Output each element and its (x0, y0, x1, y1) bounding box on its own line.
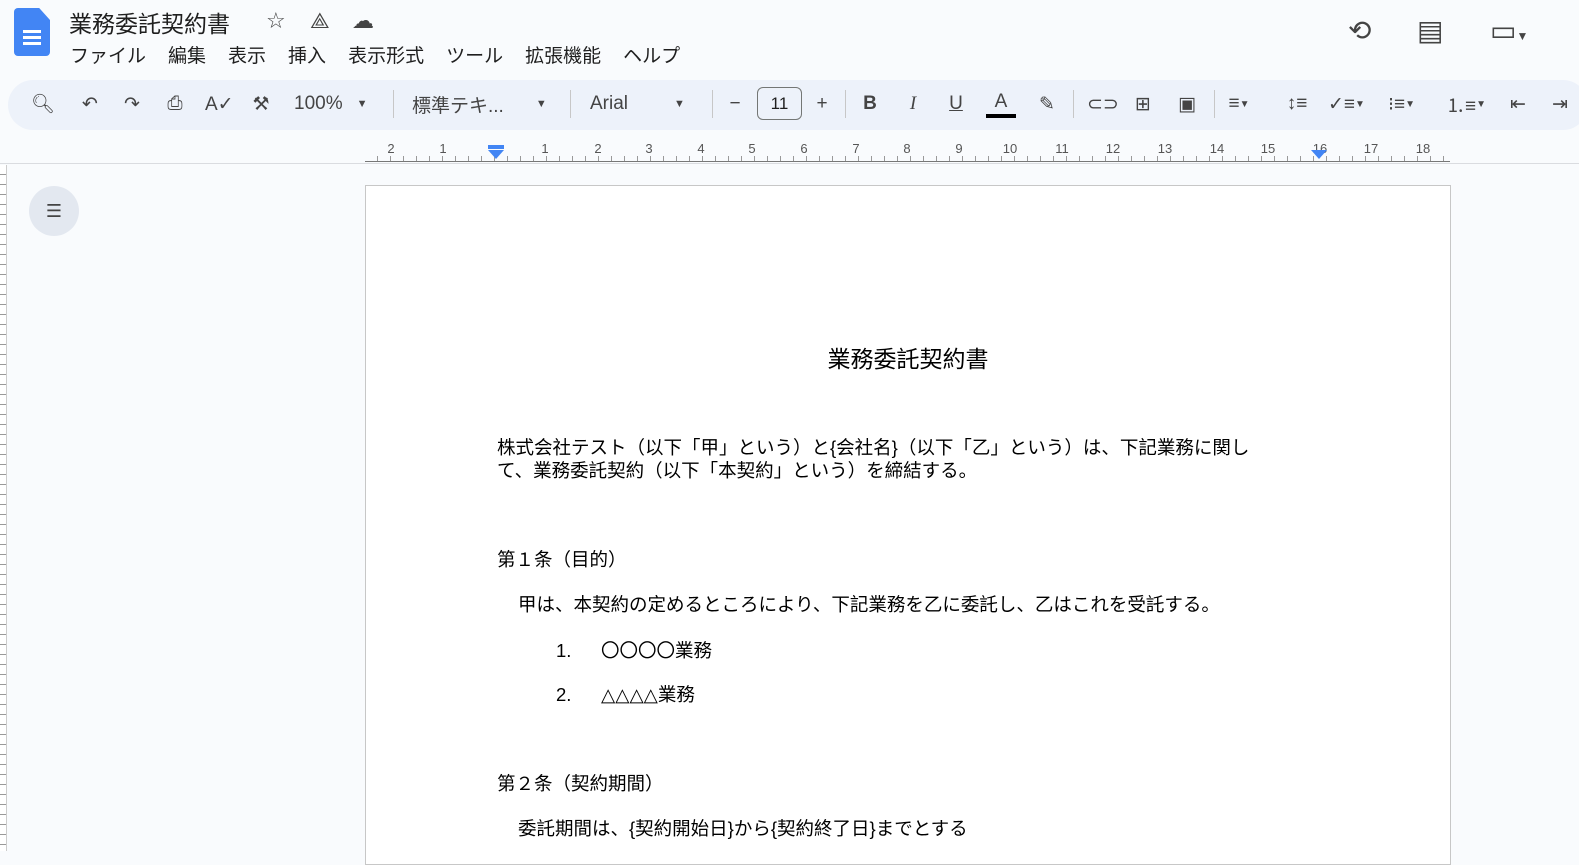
right-indent-marker[interactable] (1311, 150, 1327, 159)
bulleted-list-icon[interactable]: ⁝≡ ▼ (1388, 90, 1415, 118)
numbered-list-icon[interactable]: ⒈≡ ▼ (1446, 90, 1486, 118)
ruler-tick: 7 (852, 141, 860, 156)
ruler-tick: 1 (541, 141, 549, 156)
style-value: 標準テキ... (412, 95, 504, 117)
article2-heading: 第２条（契約期間） (497, 773, 664, 794)
divider (1073, 90, 1074, 118)
divider (570, 90, 571, 118)
link-icon[interactable]: ⊂⊃ (1087, 90, 1119, 118)
version-history-icon[interactable]: ⟲ (1348, 14, 1371, 47)
intro-paragraph-line2: て、業務委託契約（以下「本契約」という）を締結する。 (497, 460, 978, 481)
article2-body: 委託期間は、{契約開始日}から{契約終了日}までとする (518, 818, 968, 839)
font-value: Arial (590, 93, 629, 114)
meet-icon[interactable]: ▭▼ (1490, 14, 1528, 47)
line-spacing-icon[interactable]: ↕≡ (1284, 90, 1310, 118)
font-size-input[interactable]: 11 (757, 87, 802, 120)
document-page[interactable] (365, 185, 1451, 865)
ruler-tick: 4 (697, 141, 705, 156)
paint-format-icon[interactable]: ⚒ (248, 90, 274, 118)
underline-button[interactable]: U (943, 90, 969, 118)
ruler-tick: 2 (594, 141, 602, 156)
font-select[interactable]: Arial ▼ (590, 90, 685, 118)
italic-button[interactable]: I (900, 90, 926, 118)
document-outline-button[interactable]: ☰ (29, 186, 79, 236)
undo-icon[interactable]: ↶ (77, 90, 103, 118)
menu-tools[interactable]: ツール (446, 41, 503, 68)
article1-heading: 第１条（目的） (497, 549, 627, 570)
checklist-icon[interactable]: ✓≡ ▼ (1328, 90, 1365, 118)
ruler-tick: 13 (1157, 141, 1173, 156)
vertical-ruler[interactable] (0, 165, 7, 851)
align-icon[interactable]: ≡ ▼ (1226, 90, 1252, 118)
divider (393, 90, 394, 118)
ruler-tick: 3 (645, 141, 653, 156)
menu-file[interactable]: ファイル (70, 41, 146, 68)
ruler-tick: 11 (1055, 141, 1069, 156)
list-number: 1. (556, 640, 572, 661)
divider (845, 90, 846, 118)
add-comment-icon[interactable]: ⊞ (1130, 90, 1156, 118)
insert-image-icon[interactable]: ▣ (1174, 90, 1200, 118)
ruler-tick: 17 (1363, 141, 1379, 156)
menu-format[interactable]: 表示形式 (348, 41, 424, 68)
redo-icon[interactable]: ↷ (119, 90, 145, 118)
bold-button[interactable]: B (857, 90, 883, 118)
zoom-select[interactable]: 100% ▼ (294, 90, 368, 118)
decrease-indent-icon[interactable]: ⇤ (1505, 90, 1531, 118)
comments-icon[interactable]: ▤ (1417, 14, 1443, 47)
ruler-tick: 9 (955, 141, 963, 156)
increase-font-size-button[interactable]: + (809, 90, 835, 118)
menu-insert[interactable]: 挿入 (288, 41, 326, 68)
list-item: △△△△業務 (601, 684, 695, 705)
ruler-tick: 1 (439, 141, 447, 156)
ruler-tick: 8 (903, 141, 911, 156)
ruler-tick: 14 (1209, 141, 1225, 156)
menu-view[interactable]: 表示 (228, 41, 266, 68)
intro-paragraph-line1: 株式会社テスト（以下「甲」という）と{会社名}（以下「乙」という）は、下記業務に… (497, 437, 1250, 458)
list-number: 2. (556, 684, 572, 705)
cloud-saved-icon[interactable]: ☁ (352, 8, 374, 34)
divider (712, 90, 713, 118)
zoom-value: 100% (294, 93, 343, 114)
ruler-tick: 12 (1105, 141, 1121, 156)
decrease-font-size-button[interactable]: − (722, 90, 748, 118)
divider (0, 163, 1579, 164)
ruler-tick: 2 (387, 141, 395, 156)
document-title[interactable]: 業務委託契約書 (69, 5, 230, 39)
ruler-tick: 18 (1415, 141, 1431, 156)
menu-help[interactable]: ヘルプ (623, 41, 680, 68)
menu-bar: ファイル 編集 表示 挿入 表示形式 ツール 拡張機能 ヘルプ (70, 41, 680, 68)
menu-extensions[interactable]: 拡張機能 (525, 41, 601, 68)
star-icon[interactable]: ☆ (266, 8, 286, 34)
increase-indent-icon[interactable]: ⇥ (1547, 90, 1573, 118)
first-line-indent-marker[interactable] (488, 145, 504, 149)
move-to-drive-icon[interactable]: ⟁ (310, 8, 330, 34)
style-select[interactable]: 標準テキ... ▼ (412, 90, 547, 118)
ruler-tick: 15 (1260, 141, 1276, 156)
spellcheck-icon[interactable]: A✓ (205, 90, 234, 118)
list-item: 〇〇〇〇業務 (601, 640, 713, 661)
left-indent-marker[interactable] (488, 150, 504, 159)
menu-edit[interactable]: 編集 (168, 41, 206, 68)
document-heading: 業務委託契約書 (827, 346, 989, 372)
print-icon[interactable]: ⎙ (162, 90, 188, 118)
search-icon[interactable]: 🔍︎ (30, 90, 56, 118)
docs-logo[interactable] (14, 8, 50, 56)
ruler-tick: 5 (748, 141, 756, 156)
highlight-icon[interactable]: ✎ (1034, 90, 1060, 118)
text-color-button[interactable]: A (986, 90, 1016, 118)
article1-body: 甲は、本契約の定めるところにより、下記業務を乙に委託し、乙はこれを受託する。 (518, 594, 1220, 615)
ruler-tick: 10 (1002, 141, 1018, 156)
divider (1214, 90, 1215, 118)
ruler-tick: 6 (800, 141, 808, 156)
